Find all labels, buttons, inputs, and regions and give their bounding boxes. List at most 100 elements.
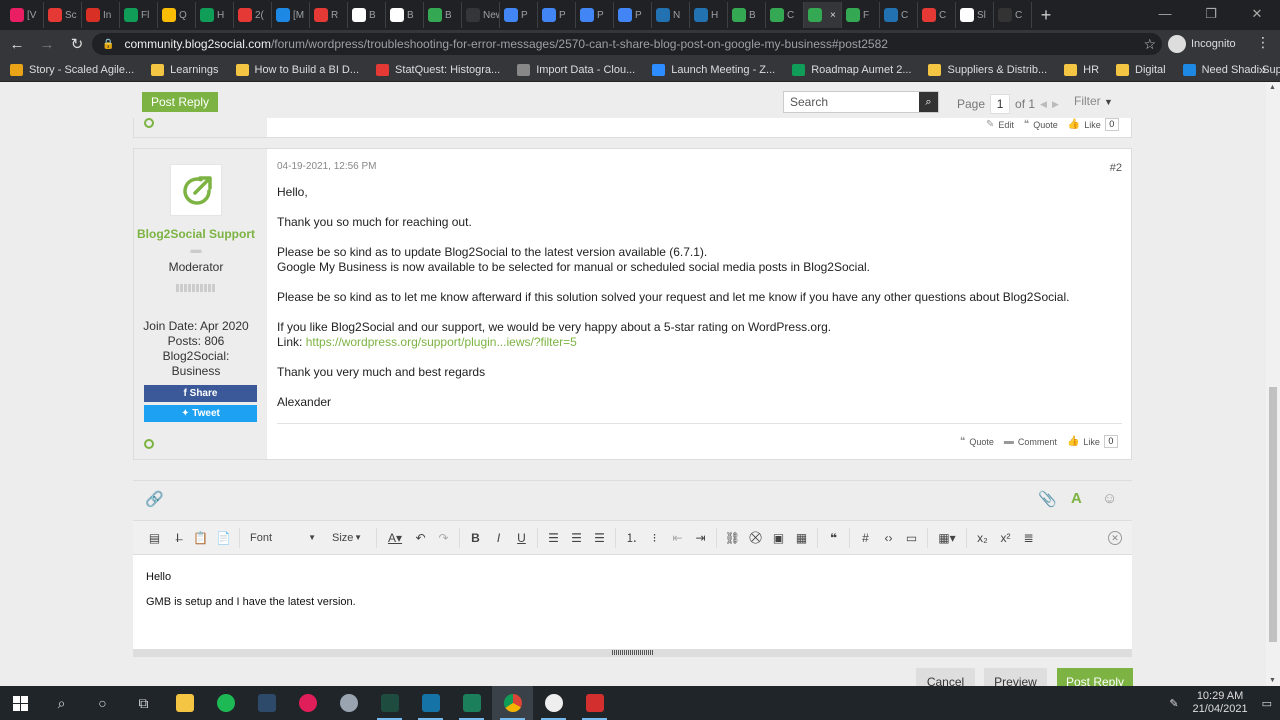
source-icon[interactable]: ▤ [143, 531, 166, 545]
browser-tab[interactable]: C [918, 2, 956, 28]
back-icon[interactable]: ← [4, 36, 30, 53]
minimize-icon[interactable]: — [1142, 0, 1188, 30]
numbered-list-icon[interactable]: ⒈ [620, 529, 643, 546]
browser-tab[interactable]: Sl [956, 2, 994, 28]
bookmark-item[interactable]: StatQuest: Histogra... [376, 63, 500, 76]
reply-editor-content[interactable]: Hello GMB is setup and I have the latest… [133, 555, 1132, 649]
pen-icon[interactable]: ✎ [1169, 697, 1178, 710]
next-page-icon[interactable]: ▶ [1052, 99, 1059, 110]
like-link[interactable]: Like [1084, 120, 1101, 130]
app-icon[interactable] [328, 686, 369, 720]
page-number-input[interactable]: 1 [990, 94, 1011, 114]
restore-icon[interactable]: ❐ [1188, 0, 1234, 30]
browser-tab[interactable]: H [196, 2, 234, 28]
undo-icon[interactable]: ↶ [409, 531, 432, 545]
bookmark-item[interactable]: Roadmap Aumet 2... [792, 63, 911, 76]
bookmark-item[interactable]: Launch Meeting - Z... [652, 63, 775, 76]
bookmark-item[interactable]: Learnings [151, 63, 219, 76]
browser-tab[interactable]: C [880, 2, 918, 28]
browser-tab[interactable]: In [82, 2, 120, 28]
browser-tab[interactable]: P [538, 2, 576, 28]
blockquote-icon[interactable]: ❝ [822, 531, 845, 545]
spotify-icon[interactable] [205, 686, 246, 720]
comment-link[interactable]: Comment [1018, 437, 1057, 447]
superscript-icon[interactable]: x² [994, 531, 1017, 545]
browser-tab[interactable]: B [728, 2, 766, 28]
outdent-icon[interactable]: ⇤ [666, 531, 689, 545]
prev-page-icon[interactable]: ◀ [1040, 99, 1047, 110]
browser-tab[interactable]: Sc [44, 2, 82, 28]
insert-link-icon[interactable]: ⛓ [721, 531, 744, 545]
link-icon[interactable]: 🔗 [145, 490, 164, 508]
acrobat-icon[interactable] [574, 686, 615, 720]
image-icon[interactable]: ▣ [767, 531, 790, 545]
browser-tab[interactable]: N [652, 2, 690, 28]
scroll-down-icon[interactable]: ▼ [1269, 677, 1276, 684]
paste-icon[interactable]: 📋 [189, 531, 212, 545]
browser-tab[interactable]: P [576, 2, 614, 28]
align-center-icon[interactable]: ☰ [565, 531, 588, 545]
quote-link[interactable]: Quote [1033, 120, 1058, 130]
preview-button[interactable]: Preview [984, 668, 1047, 686]
app-icon[interactable] [533, 686, 574, 720]
bookmark-item[interactable]: Story - Scaled Agile... [10, 63, 134, 76]
app-icon[interactable] [246, 686, 287, 720]
chrome-icon[interactable] [492, 686, 533, 720]
indent-icon[interactable]: ⇥ [689, 531, 712, 545]
facebook-share-button[interactable]: f Share [144, 385, 257, 402]
browser-tab[interactable]: [M [272, 2, 310, 28]
italic-icon[interactable]: I [487, 531, 510, 545]
file-explorer-icon[interactable] [164, 686, 205, 720]
tweet-button[interactable]: ✦ Tweet [144, 405, 257, 422]
search-icon[interactable]: ⌕ [41, 686, 82, 720]
browser-tab[interactable]: P [500, 2, 538, 28]
windows-start-icon[interactable] [0, 686, 41, 720]
unlink-icon[interactable]: ⛒ [744, 530, 767, 545]
table-icon[interactable]: ▦▾ [932, 531, 962, 545]
browser-tab[interactable]: H [690, 2, 728, 28]
post-reply-button[interactable]: Post Reply [1057, 668, 1133, 686]
bookmark-item[interactable]: Suppliers & Distrib... [928, 63, 1047, 76]
browser-tab[interactable]: F [842, 2, 880, 28]
scrollbar-thumb[interactable] [1269, 387, 1277, 642]
search-icon[interactable]: ⌕ [919, 92, 938, 112]
close-window-icon[interactable]: ✕ [1234, 0, 1280, 30]
bookmark-item[interactable]: Import Data - Clou... [517, 63, 635, 76]
app-icon[interactable] [451, 686, 492, 720]
quote-link[interactable]: Quote [969, 437, 994, 447]
video-icon[interactable]: ▦ [790, 531, 813, 545]
tab-close-icon[interactable]: × [830, 10, 836, 21]
terminal-icon[interactable] [369, 686, 410, 720]
bookmark-item[interactable]: Digital [1116, 63, 1166, 76]
browser-tab[interactable]: C [994, 2, 1032, 28]
bookmark-item[interactable]: HR [1064, 63, 1099, 76]
emoji-icon[interactable]: ☺ [1102, 490, 1117, 507]
php-code-icon[interactable]: ▭ [900, 531, 923, 545]
cancel-button[interactable]: Cancel [916, 668, 975, 686]
bookmarks-overflow[interactable]: » [1259, 62, 1266, 77]
hashtag-icon[interactable]: # [854, 531, 877, 545]
page-scrollbar[interactable]: ▲ ▼ [1266, 82, 1280, 686]
browser-tab[interactable]: Q [158, 2, 196, 28]
remove-format-icon[interactable]: I̶ [166, 531, 189, 545]
post-reply-top-button[interactable]: Post Reply [142, 92, 218, 112]
underline-icon[interactable]: U [510, 531, 533, 545]
browser-tab[interactable]: C [766, 2, 804, 28]
subscript-icon[interactable]: x₂ [971, 531, 994, 545]
align-left-icon[interactable]: ☰ [542, 531, 565, 545]
scroll-up-icon[interactable]: ▲ [1269, 84, 1276, 91]
browser-menu-icon[interactable]: ⋮ [1256, 34, 1270, 51]
post-permalink[interactable]: #2 [1110, 162, 1122, 174]
paste-text-icon[interactable]: 📄 [212, 531, 235, 545]
notification-icon[interactable]: ▭ [1262, 697, 1272, 710]
bullet-list-icon[interactable]: ⁝ [643, 531, 666, 545]
bold-icon[interactable]: B [464, 531, 487, 545]
font-select[interactable]: Font ▼ [244, 527, 322, 549]
like-link[interactable]: Like [1083, 437, 1100, 447]
redo-icon[interactable]: ↷ [432, 531, 455, 545]
url-field[interactable]: 🔒 community.blog2social.com /forum/wordp… [92, 33, 1162, 55]
message-icon[interactable]: ▬ [191, 244, 202, 256]
bookmark-item[interactable]: How to Build a BI D... [235, 63, 359, 76]
filter-dropdown[interactable]: Filter ▼ [1074, 94, 1113, 108]
new-tab-icon[interactable]: + [1032, 5, 1060, 26]
